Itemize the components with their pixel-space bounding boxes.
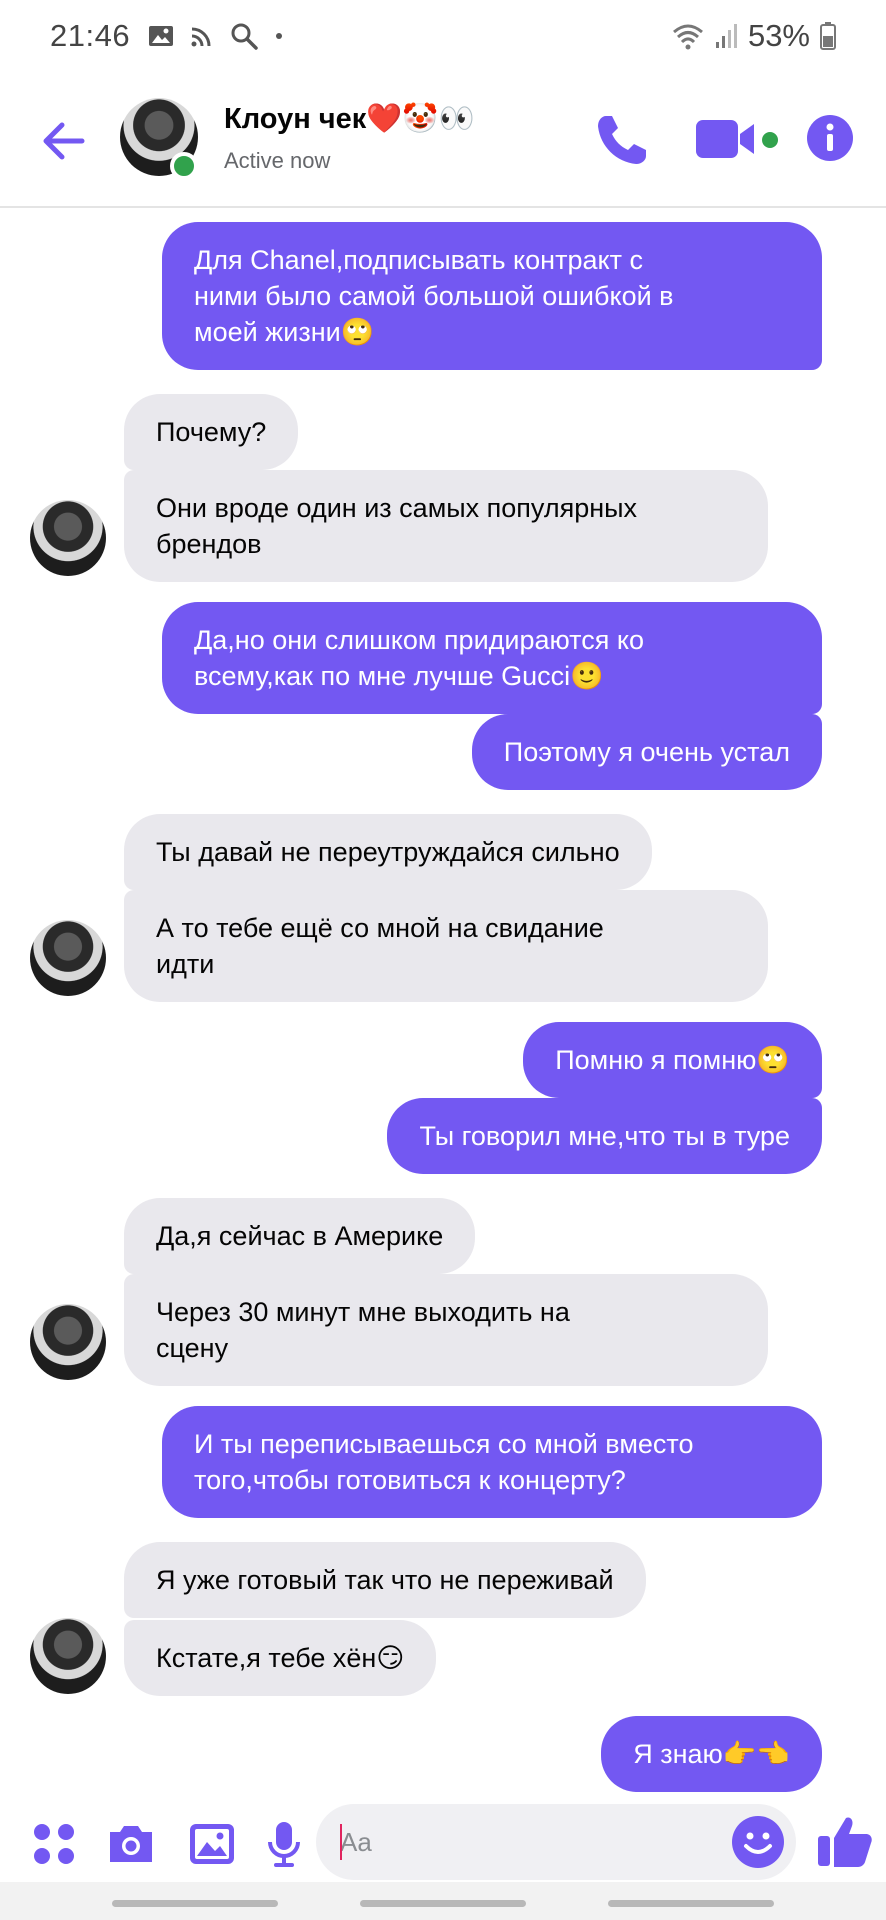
- sender-avatar[interactable]: [30, 920, 106, 996]
- message-bubble-incoming[interactable]: Да,я сейчас в Америке: [124, 1198, 476, 1274]
- video-camera-icon: [696, 120, 754, 158]
- more-actions-button[interactable]: [30, 1820, 78, 1868]
- camera-icon: [110, 1826, 152, 1862]
- battery-icon: [820, 22, 836, 50]
- message-input[interactable]: [340, 1822, 700, 1862]
- camera-button[interactable]: [106, 1820, 154, 1868]
- wifi-icon: [672, 22, 704, 50]
- emoji-button[interactable]: [730, 1814, 786, 1870]
- nav-home-handle[interactable]: [360, 1900, 526, 1907]
- message-bubble-incoming[interactable]: Я уже готовый так что не переживай: [124, 1542, 646, 1618]
- status-time: 21:46: [50, 18, 131, 53]
- phone-icon: [598, 116, 646, 164]
- voice-record-button[interactable]: [264, 1820, 312, 1868]
- message-bubble-outgoing[interactable]: Помню я помню🙄: [523, 1022, 822, 1098]
- message-bubble-outgoing[interactable]: И ты переписываешься со мной вместо того…: [162, 1406, 822, 1518]
- conversation-header: Клоун чек❤️🤡👀 Active now: [0, 72, 886, 208]
- back-button[interactable]: [38, 114, 92, 168]
- smiley-icon: [732, 1816, 784, 1868]
- status-notification-icons: [148, 22, 284, 50]
- message-bubble-outgoing[interactable]: Поэтому я очень устал: [471, 714, 822, 790]
- gallery-button[interactable]: [188, 1820, 236, 1868]
- sender-avatar[interactable]: [30, 1618, 106, 1694]
- back-arrow-icon: [43, 122, 85, 160]
- status-bar: 21:46 53%: [0, 0, 886, 72]
- message-bubble-incoming[interactable]: Через 30 минут мне выходить на сцену: [124, 1274, 768, 1386]
- contact-name[interactable]: Клоун чек❤️🤡👀: [224, 102, 475, 136]
- message-bubble-incoming[interactable]: Они вроде один из самых популярных бренд…: [124, 470, 768, 582]
- message-bubble-outgoing[interactable]: Для Chanel,подписывать контракт с ними б…: [162, 222, 822, 370]
- info-icon: [807, 115, 853, 161]
- video-active-indicator: [762, 132, 778, 148]
- info-button[interactable]: [806, 114, 854, 162]
- text-caret: [340, 1824, 342, 1860]
- four-dots-icon: [34, 1824, 74, 1864]
- contact-status: Active now: [224, 148, 331, 173]
- status-right: 53%: [672, 18, 836, 54]
- message-thread[interactable]: Для Chanel,подписывать контракт с ними б…: [0, 210, 886, 1800]
- message-composer: [0, 1800, 886, 1882]
- search-icon: [230, 22, 258, 50]
- nav-back-handle[interactable]: [608, 1900, 774, 1907]
- dot-icon: [274, 31, 284, 41]
- message-bubble-outgoing[interactable]: Я знаю👉👈: [601, 1716, 822, 1792]
- nav-recents-handle[interactable]: [112, 1900, 278, 1907]
- cast-icon: [190, 24, 214, 48]
- message-bubble-outgoing[interactable]: Ты говорил мне,что ты в туре: [387, 1098, 822, 1174]
- voice-call-button[interactable]: [592, 110, 652, 170]
- image-icon: [148, 24, 174, 48]
- sender-avatar[interactable]: [30, 500, 106, 576]
- gallery-icon: [190, 1824, 234, 1864]
- message-bubble-outgoing[interactable]: Да,но они слишком придираются ко всему,к…: [162, 602, 822, 714]
- message-input-container[interactable]: [316, 1804, 796, 1880]
- system-navigation-bar: [0, 1882, 886, 1920]
- sender-avatar[interactable]: [30, 1304, 106, 1380]
- thumbs-up-icon: [818, 1817, 872, 1867]
- message-bubble-incoming[interactable]: Ты давай не переутруждайся сильно: [124, 814, 652, 890]
- message-bubble-incoming[interactable]: Кстате,я тебе хён😏: [124, 1620, 437, 1696]
- online-indicator: [170, 152, 198, 180]
- signal-icon: [714, 22, 738, 50]
- like-button[interactable]: [816, 1812, 874, 1870]
- microphone-icon: [268, 1822, 300, 1867]
- message-bubble-incoming[interactable]: А то тебе ещё со мной на свидание идти: [124, 890, 768, 1002]
- message-bubble-incoming[interactable]: Почему?: [124, 394, 299, 470]
- battery-percent: 53%: [747, 18, 810, 53]
- video-call-button[interactable]: [696, 116, 760, 162]
